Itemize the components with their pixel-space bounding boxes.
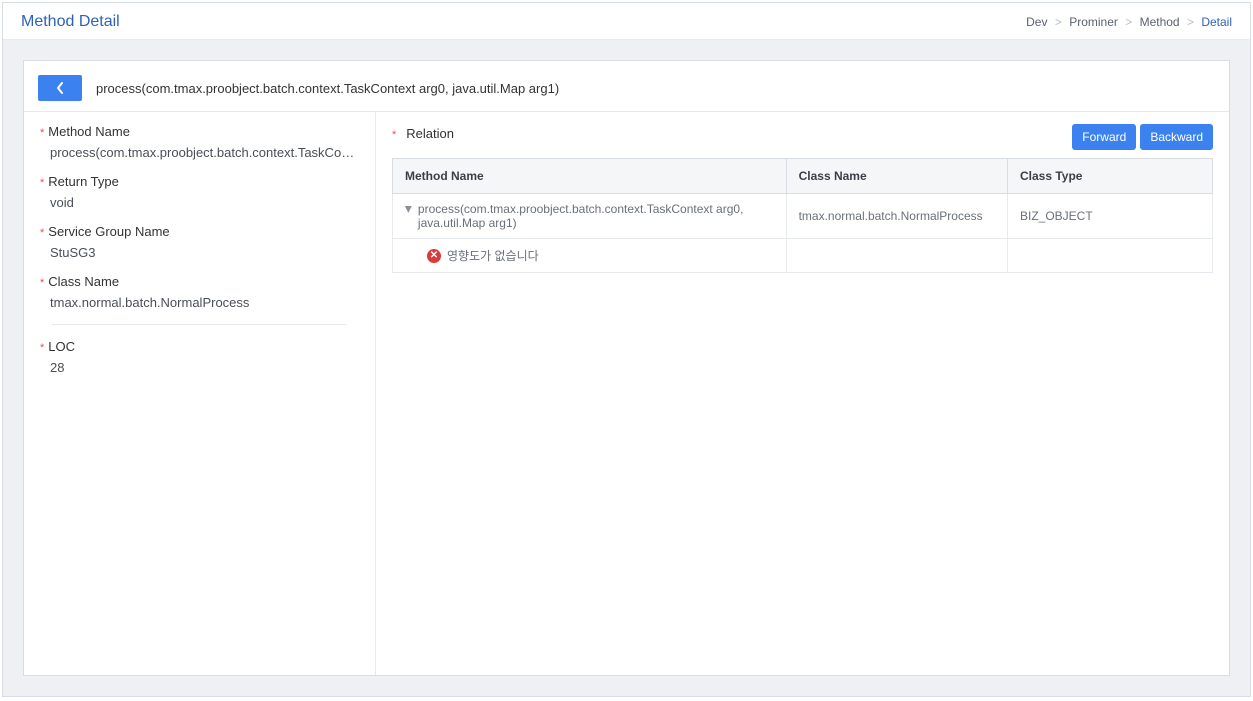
card-head: process(com.tmax.proobject.batch.context… bbox=[24, 61, 1229, 111]
field-return-type: * Return Type void bbox=[40, 174, 359, 210]
field-label: * Service Group Name bbox=[40, 224, 359, 239]
cell-class-name: tmax.normal.batch.NormalProcess bbox=[786, 194, 1007, 239]
breadcrumb: Dev > Prominer > Method > Detail bbox=[1026, 15, 1232, 29]
divider bbox=[52, 324, 347, 325]
backward-button[interactable]: Backward bbox=[1140, 124, 1213, 150]
forward-button[interactable]: Forward bbox=[1072, 124, 1136, 150]
field-class-name: * Class Name tmax.normal.batch.NormalPro… bbox=[40, 274, 359, 310]
error-icon: ✕ bbox=[427, 249, 441, 263]
field-value: tmax.normal.batch.NormalProcess bbox=[40, 295, 359, 310]
cell-empty bbox=[786, 239, 1007, 273]
table-row-no-impact: ✕ 영향도가 없습니다 bbox=[393, 239, 1213, 273]
page-title: Method Detail bbox=[21, 13, 120, 31]
chevron-right-icon: > bbox=[1055, 15, 1062, 29]
field-value: 28 bbox=[40, 360, 359, 375]
breadcrumb-item[interactable]: Method bbox=[1140, 15, 1180, 29]
col-method-name: Method Name bbox=[393, 159, 787, 194]
col-class-type: Class Type bbox=[1007, 159, 1212, 194]
required-asterisk-icon: * bbox=[40, 177, 44, 189]
chevron-right-icon: > bbox=[1125, 15, 1132, 29]
relation-pane: * Relation Forward Backward bbox=[376, 112, 1229, 675]
required-asterisk-icon: * bbox=[40, 127, 44, 139]
breadcrumb-item[interactable]: Prominer bbox=[1069, 15, 1118, 29]
field-label: * Return Type bbox=[40, 174, 359, 189]
field-value: StuSG3 bbox=[40, 245, 359, 260]
field-service-group: * Service Group Name StuSG3 bbox=[40, 224, 359, 260]
relation-header: * Relation Forward Backward bbox=[392, 124, 1213, 150]
relation-table: Method Name Class Name Class Type ▶ bbox=[392, 158, 1213, 273]
details-pane: * Method Name process(com.tmax.proobject… bbox=[24, 112, 376, 675]
body-area: process(com.tmax.proobject.batch.context… bbox=[3, 40, 1250, 696]
field-method-name: * Method Name process(com.tmax.proobject… bbox=[40, 124, 359, 160]
required-asterisk-icon: * bbox=[40, 277, 44, 289]
field-label: * LOC bbox=[40, 339, 359, 354]
page-frame: Method Detail Dev > Prominer > Method > … bbox=[2, 2, 1251, 697]
cell-class-type: BIZ_OBJECT bbox=[1007, 194, 1212, 239]
required-asterisk-icon: * bbox=[392, 129, 396, 141]
chevron-left-icon bbox=[56, 82, 64, 94]
breadcrumb-item[interactable]: Dev bbox=[1026, 15, 1047, 29]
expand-triangle-icon[interactable]: ▶ bbox=[404, 206, 413, 213]
field-loc: * LOC 28 bbox=[40, 339, 359, 375]
cell-no-impact: ✕ 영향도가 없습니다 bbox=[393, 239, 787, 273]
field-value: process(com.tmax.proobject.batch.context… bbox=[40, 145, 359, 160]
cell-empty bbox=[1007, 239, 1212, 273]
required-asterisk-icon: * bbox=[40, 227, 44, 239]
detail-card: process(com.tmax.proobject.batch.context… bbox=[23, 60, 1230, 676]
breadcrumb-current: Detail bbox=[1201, 15, 1232, 29]
field-label: * Method Name bbox=[40, 124, 359, 139]
table-header-row: Method Name Class Name Class Type bbox=[393, 159, 1213, 194]
relation-buttons: Forward Backward bbox=[1072, 124, 1213, 150]
table-row[interactable]: ▶ process(com.tmax.proobject.batch.conte… bbox=[393, 194, 1213, 239]
required-asterisk-icon: * bbox=[40, 342, 44, 354]
relation-title: * Relation bbox=[392, 124, 454, 141]
field-value: void bbox=[40, 195, 359, 210]
header-bar: Method Detail Dev > Prominer > Method > … bbox=[3, 3, 1250, 40]
card-body: * Method Name process(com.tmax.proobject… bbox=[24, 111, 1229, 675]
col-class-name: Class Name bbox=[786, 159, 1007, 194]
back-button[interactable] bbox=[38, 75, 82, 101]
field-label: * Class Name bbox=[40, 274, 359, 289]
chevron-right-icon: > bbox=[1187, 15, 1194, 29]
cell-method-name: ▶ process(com.tmax.proobject.batch.conte… bbox=[393, 194, 787, 239]
method-signature: process(com.tmax.proobject.batch.context… bbox=[96, 81, 559, 96]
